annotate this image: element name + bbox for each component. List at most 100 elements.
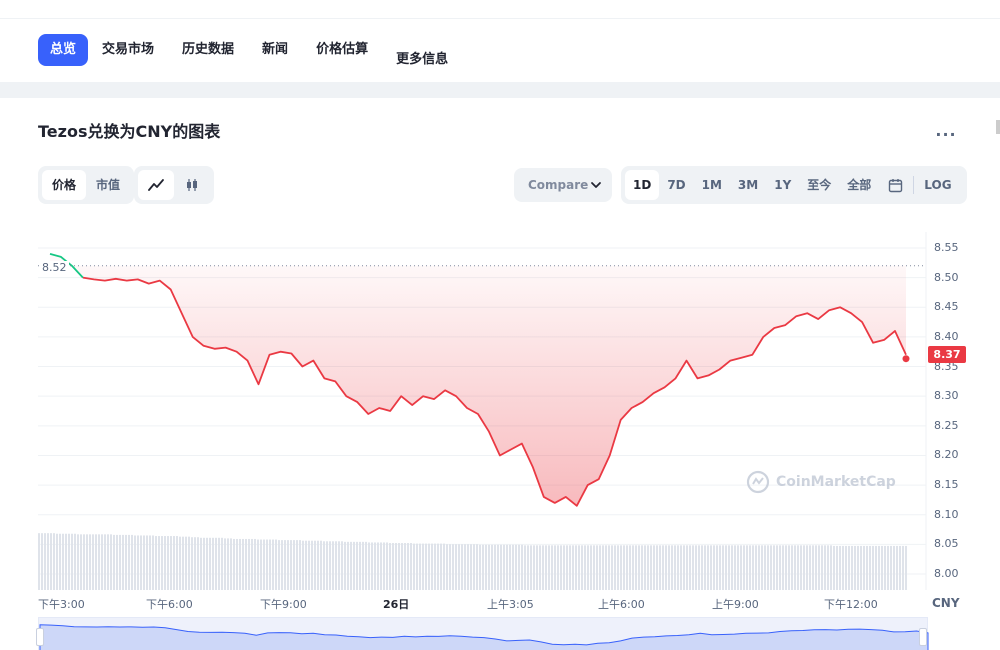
volume-bar <box>749 545 751 590</box>
volume-bar <box>434 543 436 590</box>
volume-bar <box>611 545 613 590</box>
volume-bar <box>485 544 487 590</box>
navigator-right-handle[interactable] <box>919 628 927 646</box>
calendar-icon[interactable] <box>879 170 911 200</box>
volume-bar <box>332 541 334 590</box>
volume-bar <box>206 537 208 590</box>
x-tick-label: 上午3:05 <box>487 598 534 611</box>
volume-bar <box>323 541 325 590</box>
y-tick-label: 8.20 <box>934 448 959 462</box>
tab-overview[interactable]: 总览 <box>38 34 89 66</box>
volume-bar <box>377 542 379 590</box>
candlestick-icon[interactable] <box>174 170 210 200</box>
volume-bar <box>821 545 823 590</box>
volume-bar <box>428 543 430 590</box>
volume-bar <box>389 543 391 590</box>
volume-bar <box>320 540 322 590</box>
navigator-left-handle[interactable] <box>36 628 44 646</box>
volume-bar <box>722 545 724 590</box>
x-tick-label: 下午9:00 <box>260 598 307 611</box>
volume-bar <box>227 538 229 590</box>
tab-price-prediction[interactable]: 价格估算 <box>302 34 382 66</box>
volume-bar <box>62 533 64 590</box>
volume-bar <box>407 543 409 590</box>
y-tick-label: 8.05 <box>934 537 959 551</box>
volume-bar <box>221 537 223 590</box>
volume-bar <box>59 533 61 590</box>
volume-bar <box>440 543 442 590</box>
range-1d-button[interactable]: 1D <box>625 170 660 200</box>
volume-bar <box>605 545 607 590</box>
volume-bar <box>101 534 103 590</box>
volume-bar <box>134 535 136 590</box>
volume-bar <box>659 545 661 590</box>
volume-bar <box>776 545 778 590</box>
volume-bar <box>500 544 502 590</box>
volume-bar <box>719 545 721 590</box>
volume-bar <box>224 538 226 590</box>
volume-bar <box>842 545 844 590</box>
volume-bar <box>581 545 583 590</box>
volume-bar <box>77 534 79 590</box>
time-range-selector: 1D 7D 1M 3M 1Y 至今 全部 LOG <box>621 166 967 204</box>
volume-bar <box>896 545 898 590</box>
range-all-button[interactable]: 全部 <box>839 170 879 200</box>
volume-bar <box>893 545 895 590</box>
volume-bar <box>257 539 259 590</box>
log-scale-button[interactable]: LOG <box>916 170 959 200</box>
tab-markets[interactable]: 交易市场 <box>88 34 168 66</box>
volume-bar <box>311 540 313 590</box>
volume-bar <box>437 543 439 590</box>
tab-historical-data[interactable]: 历史数据 <box>168 34 248 66</box>
volume-bar <box>704 545 706 590</box>
volume-bar <box>689 545 691 590</box>
volume-bar <box>614 545 616 590</box>
range-7d-button[interactable]: 7D <box>659 170 693 200</box>
volume-bar <box>173 536 175 590</box>
volume-bar <box>767 545 769 590</box>
volume-bar <box>578 545 580 590</box>
volume-bar <box>857 545 859 590</box>
tab-news[interactable]: 新闻 <box>248 34 302 66</box>
volume-bar <box>746 545 748 590</box>
volume-bar <box>479 544 481 590</box>
volume-bar <box>635 545 637 590</box>
range-3m-button[interactable]: 3M <box>730 170 766 200</box>
volume-bar <box>839 545 841 590</box>
volume-bar <box>308 540 310 590</box>
tab-more-info[interactable]: 更多信息 <box>382 44 462 76</box>
volume-bar <box>608 545 610 590</box>
volume-bar <box>875 545 877 590</box>
volume-bar <box>200 537 202 590</box>
volume-bar <box>518 544 520 590</box>
volume-bar <box>128 534 130 590</box>
volume-bar <box>725 545 727 590</box>
market-cap-toggle-button[interactable]: 市值 <box>86 170 130 200</box>
range-1m-button[interactable]: 1M <box>694 170 730 200</box>
y-tick-label: 8.25 <box>934 418 959 432</box>
volume-bar <box>278 540 280 590</box>
compare-dropdown[interactable]: Compare <box>514 168 612 202</box>
range-ytd-button[interactable]: 至今 <box>799 170 839 200</box>
volume-bar <box>590 545 592 590</box>
page-scrollbar[interactable] <box>996 120 1000 134</box>
ellipsis-icon[interactable]: ... <box>934 123 958 144</box>
volume-bar <box>512 544 514 590</box>
volume-bar <box>566 545 568 590</box>
volume-bar <box>560 545 562 590</box>
volume-bar <box>536 545 538 590</box>
volume-bar <box>758 545 760 590</box>
range-navigator[interactable] <box>38 617 929 650</box>
price-chart[interactable] <box>0 228 1000 598</box>
volume-bar <box>791 545 793 590</box>
volume-bar <box>764 545 766 590</box>
range-1y-button[interactable]: 1Y <box>766 170 799 200</box>
y-tick-label: 8.40 <box>934 329 959 343</box>
volume-bar <box>734 545 736 590</box>
top-divider <box>0 18 1000 19</box>
volume-bar <box>836 545 838 590</box>
line-chart-icon[interactable] <box>138 170 174 200</box>
volume-bar <box>329 541 331 590</box>
volume-bar <box>881 545 883 590</box>
price-toggle-button[interactable]: 价格 <box>42 170 87 200</box>
